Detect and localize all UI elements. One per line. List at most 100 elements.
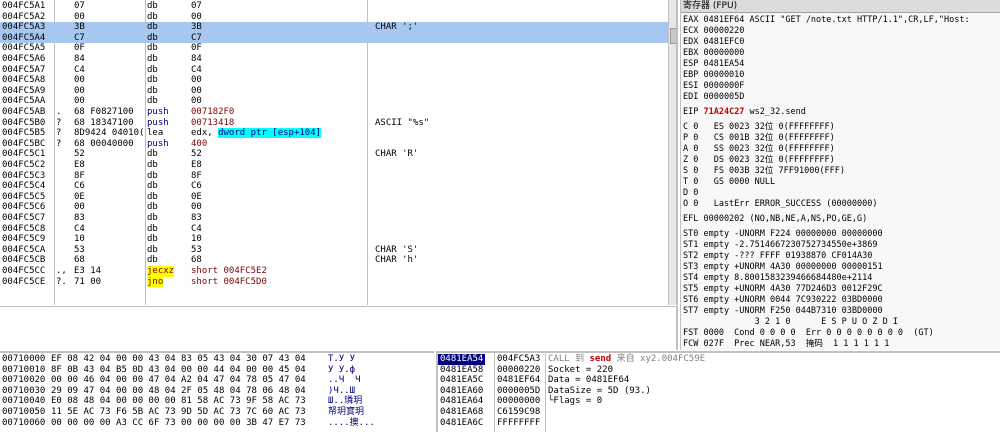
fpu-register-line[interactable]: ST4 empty 8.8001583239466684480e+2114: [683, 273, 872, 284]
disasm-operands[interactable]: C6: [191, 181, 202, 192]
dump-ascii[interactable]: 帑玥寶玥: [328, 407, 364, 418]
dump-address[interactable]: 00710030: [2, 386, 45, 397]
disasm-row[interactable]: 004FC5C7 83 db 83: [0, 213, 668, 224]
disasm-operands[interactable]: 3B: [191, 22, 202, 33]
stack-address[interactable]: 0481EA58: [440, 365, 483, 376]
disasm-address[interactable]: 004FC5CB: [2, 255, 45, 266]
disasm-address[interactable]: 004FC5CE: [2, 277, 45, 288]
dump-address[interactable]: 00710050: [2, 407, 45, 418]
register-line[interactable]: EDX 0481EFC0: [683, 37, 744, 48]
disasm-operands[interactable]: 68: [191, 255, 202, 266]
stack-row[interactable]: 0481EA58 00000220 Socket = 220: [438, 365, 1000, 376]
dump-ascii[interactable]: Ш..璘玥: [328, 396, 362, 407]
disasm-row[interactable]: 004FC5C5 0E db 0E: [0, 192, 668, 203]
disasm-row[interactable]: 004FC5A1 07 db 07: [0, 1, 668, 12]
flag-line[interactable]: D 0: [683, 188, 698, 199]
disasm-hex-bytes[interactable]: C7: [74, 33, 85, 44]
disasm-opcode[interactable]: push: [147, 139, 169, 150]
disasm-hex-bytes[interactable]: 71 00: [74, 277, 101, 288]
disasm-operands[interactable]: C4: [191, 224, 202, 235]
dump-hex[interactable]: 00 00 46 04 00 00 47 04 A2 04 47 04 78 0…: [51, 375, 306, 386]
flag-line[interactable]: C 0 ES 0023 32位 0(FFFFFFFF): [683, 122, 835, 133]
disasm-address[interactable]: 004FC5C3: [2, 171, 45, 182]
disasm-row[interactable]: 004FC5A7 C4 db C4: [0, 65, 668, 76]
disasm-row[interactable]: 004FC5A2 00 db 00: [0, 12, 668, 23]
dump-hex[interactable]: 11 5E AC 73 F6 5B AC 73 9D 5D AC 73 7C 6…: [51, 407, 306, 418]
disasm-row[interactable]: 004FC5A5 0F db 0F: [0, 43, 668, 54]
disasm-address[interactable]: 004FC5C9: [2, 234, 45, 245]
disasm-address[interactable]: 004FC5BC: [2, 139, 45, 150]
disasm-operands[interactable]: 10: [191, 234, 202, 245]
disasm-opcode[interactable]: db: [147, 171, 158, 182]
fpu-register-line[interactable]: ST3 empty +UNORM 4A30 00000000 00000151: [683, 262, 883, 273]
disasm-row[interactable]: 004FC5A6 84 db 84: [0, 54, 668, 65]
disasm-address[interactable]: 004FC5A1: [2, 1, 45, 12]
stack-value[interactable]: C6159C98: [497, 407, 540, 418]
register-line[interactable]: ESP 0481EA54: [683, 59, 744, 70]
stack-value[interactable]: 0000005D: [497, 386, 540, 397]
register-line[interactable]: EDI 0000005D: [683, 92, 744, 103]
disasm-operands[interactable]: 400: [191, 139, 207, 150]
dump-ascii[interactable]: У У.ф: [328, 365, 355, 376]
stack-row[interactable]: 0481EA54 004FC5A3 CALL 到 send 来自 xy2.004FC…: [438, 354, 1000, 365]
stack-row[interactable]: 0481EA68 C6159C98: [438, 407, 1000, 418]
disasm-address[interactable]: 004FC5C8: [2, 224, 45, 235]
disasm-operands[interactable]: short 004FC5E2: [191, 266, 267, 277]
disasm-opcode[interactable]: push: [147, 107, 169, 118]
stack-address[interactable]: 0481EA68: [440, 407, 483, 418]
disasm-row[interactable]: 004FC5A3 3B db 3B CHAR ';': [0, 22, 668, 33]
disasm-address[interactable]: 004FC5A5: [2, 43, 45, 54]
dump-address[interactable]: 00710000: [2, 354, 45, 365]
disasm-hex-bytes[interactable]: 3B: [74, 22, 85, 33]
flag-line[interactable]: S 0 FS 003B 32位 7FF91000(FFF): [683, 166, 845, 177]
disasm-operands[interactable]: 52: [191, 149, 202, 160]
disasm-address[interactable]: 004FC5CC: [2, 266, 45, 277]
disasm-hex-bytes[interactable]: 68 18347100: [74, 118, 134, 129]
disasm-hex-bytes[interactable]: 00: [74, 202, 85, 213]
disasm-opcode[interactable]: push: [147, 118, 169, 129]
disasm-operands[interactable]: short 004FC5D0: [191, 277, 267, 288]
flag-line[interactable]: Z 0 DS 0023 32位 0(FFFFFFFF): [683, 155, 835, 166]
disasm-row[interactable]: 004FC5C1 52 db 52 CHAR 'R': [0, 149, 668, 160]
fpu-register-line[interactable]: ST5 empty +UNORM 4A30 77D246D3 0012F29C: [683, 284, 883, 295]
dump-hex[interactable]: EF 08 42 04 00 00 43 04 83 05 43 04 30 0…: [51, 354, 306, 365]
disasm-operands[interactable]: 00: [191, 86, 202, 97]
disasm-operands[interactable]: edx, dword ptr [esp+104]: [191, 128, 322, 139]
disasm-hex-bytes[interactable]: C4: [74, 224, 85, 235]
disasm-hex-bytes[interactable]: 07: [74, 1, 85, 12]
disasm-opcode[interactable]: db: [147, 65, 158, 76]
disasm-hex-bytes[interactable]: 83: [74, 213, 85, 224]
dump-hex[interactable]: 8F 0B 43 04 B5 0D 43 04 00 00 44 04 00 0…: [51, 365, 306, 376]
disasm-opcode[interactable]: lea: [147, 128, 163, 139]
disasm-opcode[interactable]: jno: [147, 276, 164, 288]
stack-address[interactable]: 0481EA54: [438, 354, 486, 365]
disasm-row[interactable]: 004FC5C9 10 db 10: [0, 234, 668, 245]
dump-address[interactable]: 00710040: [2, 396, 45, 407]
eip-value[interactable]: 71A24C27: [703, 107, 744, 117]
stack-row[interactable]: 0481EA60 0000005D DataSize = 5D (93.): [438, 386, 1000, 397]
stack-row[interactable]: 0481EA64 00000000 └Flags = 0: [438, 396, 1000, 407]
dump-ascii[interactable]: )Ч..Ш: [328, 386, 355, 397]
disasm-operands[interactable]: 00: [191, 75, 202, 86]
disasm-address[interactable]: 004FC5B0: [2, 118, 45, 129]
disasm-address[interactable]: 004FC5CA: [2, 245, 45, 256]
hex-dump-pane[interactable]: 00710000 EF 08 42 04 00 00 43 04 83 05 43…: [0, 351, 434, 432]
stack-value[interactable]: 004FC5A3: [497, 354, 540, 365]
stack-row[interactable]: 0481EA5C 0481EF64 Data = 0481EF64: [438, 375, 1000, 386]
disasm-hex-bytes[interactable]: E3 14: [74, 266, 101, 277]
stack-row[interactable]: 0481EA6C FFFFFFFF: [438, 418, 1000, 429]
fpu-register-line[interactable]: ST0 empty -UNORM F224 00000000 00000000: [683, 229, 883, 240]
disasm-row[interactable]: 004FC5A9 00 db 00: [0, 86, 668, 97]
disasm-operands[interactable]: C7: [191, 33, 202, 44]
disasm-row[interactable]: 004FC5CA 53 db 53 CHAR 'S': [0, 245, 668, 256]
disasm-address[interactable]: 004FC5A2: [2, 12, 45, 23]
disassembly-pane[interactable]: 004FC5A1 07 db 07 004FC5A2 00 db 00 004FC5A3 3B db…: [0, 0, 678, 305]
disasm-hex-bytes[interactable]: 0E: [74, 192, 85, 203]
disasm-row[interactable]: 004FC5B0? 68 18347100 push 00713418 ASCII "%…: [0, 118, 668, 129]
fcw-line[interactable]: FCW 027F Prec NEAR,53 掩码 1 1 1 1 1 1: [683, 339, 889, 350]
fpu-register-line[interactable]: ST7 empty -UNORM F250 044B7310 03BD0000: [683, 306, 883, 317]
fst-line[interactable]: FST 0000 Cond 0 0 0 0 Err 0 0 0 0 0 0 0 …: [683, 328, 934, 339]
disasm-hex-bytes[interactable]: 68 00040000: [74, 139, 134, 150]
disasm-opcode[interactable]: db: [147, 96, 158, 107]
scrollbar-thumb[interactable]: [670, 28, 676, 44]
